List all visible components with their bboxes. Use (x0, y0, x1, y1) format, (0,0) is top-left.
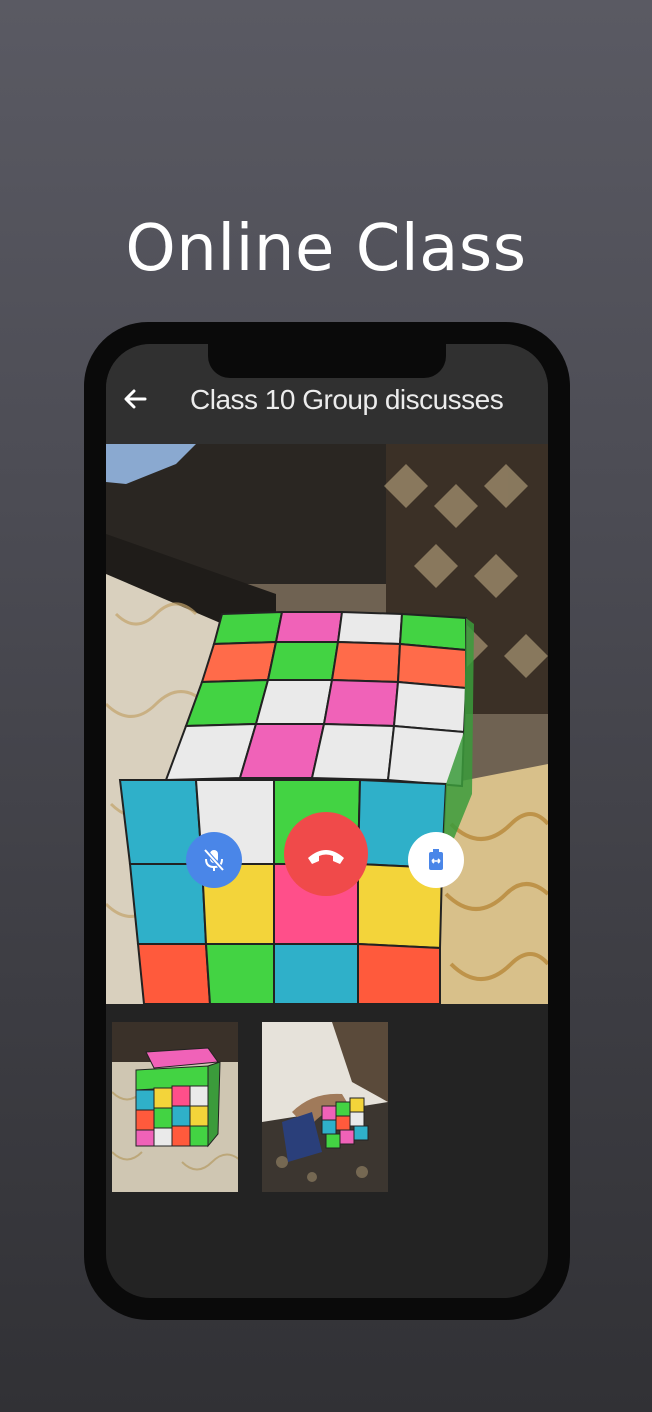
main-video-feed (106, 444, 548, 1004)
participant-video-1 (112, 1022, 238, 1192)
arrow-back-icon (124, 389, 147, 409)
call-title: Class 10 Group discusses (190, 384, 504, 415)
mic-off-icon (203, 848, 225, 872)
phone-screen: Class 10 Group discusses (106, 344, 548, 1298)
phone-notch (208, 344, 446, 378)
switch-camera-button[interactable] (408, 832, 464, 888)
remote-video-frame (106, 444, 548, 1004)
phone-mockup: Class 10 Group discusses (84, 322, 570, 1320)
participant-video-2 (262, 1022, 388, 1192)
promo-headline: Online Class (125, 212, 527, 286)
switch-camera-icon (429, 849, 443, 870)
back-button[interactable] (118, 382, 152, 416)
participant-thumbnail-1[interactable] (112, 1022, 238, 1192)
end-call-button[interactable] (284, 812, 368, 896)
phone-hangup-icon (308, 850, 344, 864)
participant-thumbnail-2[interactable] (262, 1022, 388, 1192)
mute-button[interactable] (186, 832, 242, 888)
